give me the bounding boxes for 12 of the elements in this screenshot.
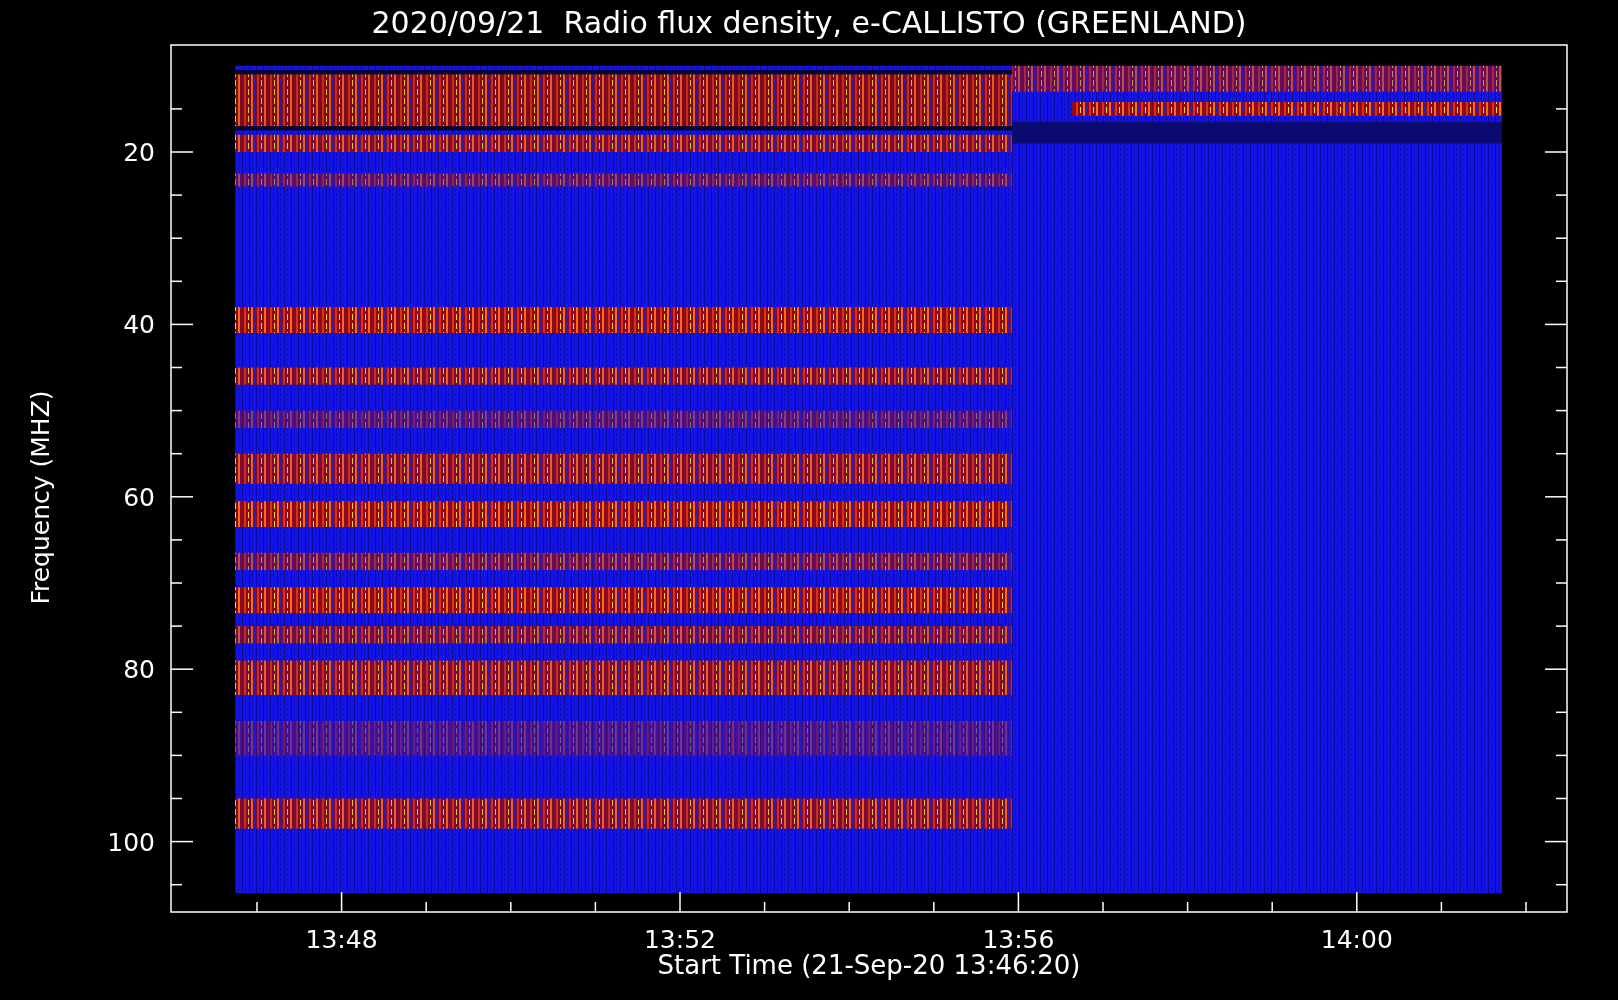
y-axis-label: Frequency (MHZ) <box>25 389 55 605</box>
x-axis-label: Start Time (21-Sep-20 13:46:20) <box>657 950 1081 980</box>
y-tick-label: 100 <box>107 827 155 857</box>
x-tick-label: 13:52 <box>644 925 716 952</box>
y-tick-label: 20 <box>123 138 155 167</box>
y-tick-label: 40 <box>123 310 155 340</box>
x-tick-label: 13:56 <box>982 925 1055 952</box>
x-tick-label: 14:00 <box>1320 925 1393 952</box>
y-tick-label: 80 <box>123 655 155 685</box>
x-tick-label: 13:48 <box>305 925 378 952</box>
y-tick-label: 60 <box>123 482 155 512</box>
chart-title: 2020/09/21 Radio flux density, e-CALLISTO (GREENLAND) <box>370 3 1248 42</box>
